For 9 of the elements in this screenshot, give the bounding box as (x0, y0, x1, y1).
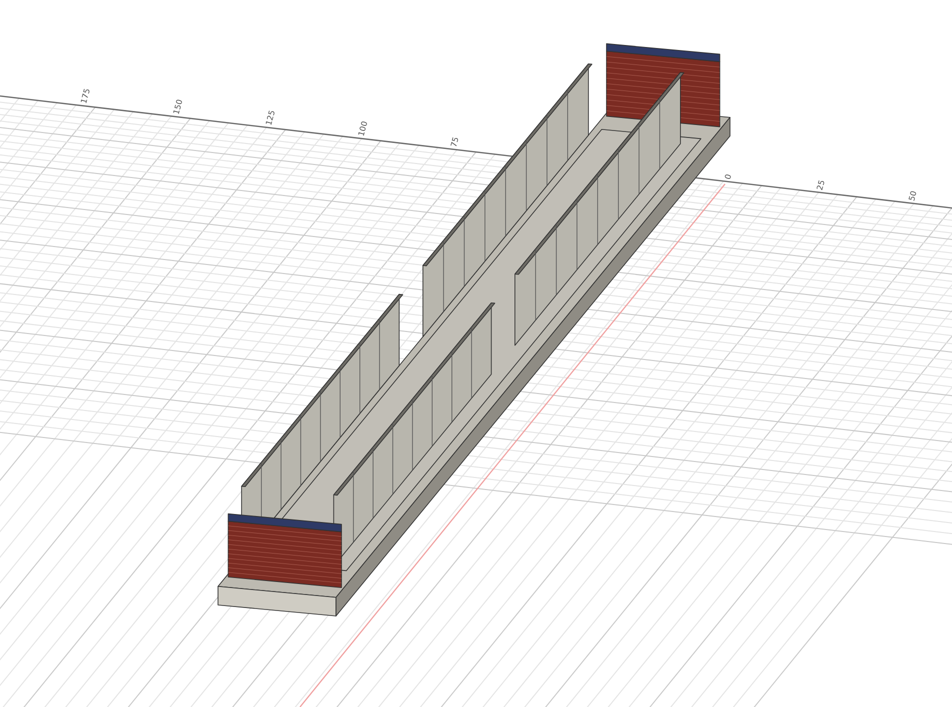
ruler-label: 50 (907, 190, 919, 202)
ruler-label: 25 (815, 179, 827, 192)
ruler-label: 175 (79, 88, 92, 105)
bridge-model-drawing[interactable] (218, 43, 730, 616)
ruler-label: 0 (723, 173, 734, 180)
ruler-label: 125 (264, 109, 277, 126)
ruler-label: 150 (172, 98, 184, 116)
ruler-label: 75 (449, 136, 461, 148)
ruler-label: 100 (356, 120, 370, 138)
